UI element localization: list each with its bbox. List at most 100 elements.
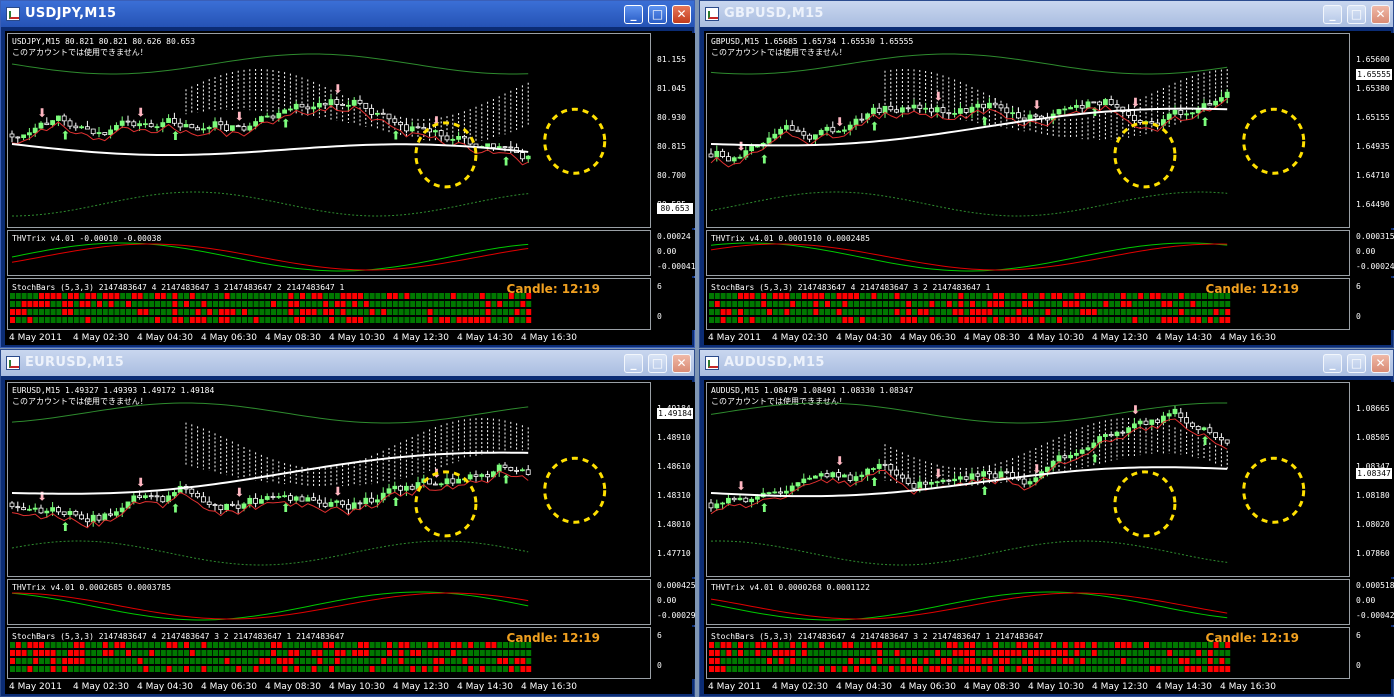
stoch-cell [906, 658, 912, 664]
stoch-cell [56, 666, 62, 672]
stoch-cell [1184, 658, 1190, 664]
price-pane[interactable]: GBPUSD,M15 1.65685 1.65734 1.65530 1.655… [706, 33, 1350, 228]
trix-tick-label: 0.000518 [1356, 581, 1394, 590]
stoch-cell [749, 666, 755, 672]
candle-body [1189, 112, 1195, 115]
current-price-tag: 1.08347 [1356, 468, 1392, 479]
stoch-cell [1045, 317, 1051, 323]
maximize-button[interactable]: □ [648, 5, 667, 24]
stoch-cell [743, 309, 749, 315]
chart-window-audusd[interactable]: AUDUSD,M15 _ □ ✕ AUDUSD,M15 1.08479 1.08491 … [699, 349, 1394, 697]
candle-body [345, 104, 351, 107]
chart-window-gbpusd[interactable]: GBPUSD,M15 _ □ ✕ GBPUSD,M15 1.65685 1.65734 … [699, 0, 1394, 348]
candle-body [946, 112, 952, 115]
price-pane[interactable]: AUDUSD,M15 1.08479 1.08491 1.08330 1.083… [706, 382, 1350, 577]
stoch-cell [975, 642, 981, 648]
stoch-cell [1161, 309, 1167, 315]
price-pane[interactable]: USDJPY,M15 80.821 80.821 80.626 80.653 この… [7, 33, 651, 228]
trix-pane[interactable]: THVTrix v4.01 0.0002685 0.0003785 [7, 579, 651, 625]
stoch-cell [714, 301, 720, 307]
minimize-button[interactable]: _ [624, 5, 643, 24]
stoch-cell [1144, 658, 1149, 664]
stoch-cell [247, 309, 253, 315]
stoch-cell [404, 309, 410, 315]
stoch-cell [917, 317, 923, 323]
stoch-cell [421, 658, 427, 664]
trix-pane[interactable]: THVTrix v4.01 -0.00010 -0.00038 [7, 230, 651, 276]
stoch-cell [398, 642, 404, 648]
stoch-pane[interactable]: StochBars (5,3,3) 2147483647 4 214748364… [7, 627, 651, 679]
buy-arrow-icon: ⬆ [281, 117, 291, 131]
close-button[interactable]: ✕ [672, 354, 691, 373]
stoch-cell [900, 301, 906, 307]
stoch-cell [1086, 650, 1091, 656]
stoch-cell [363, 650, 369, 656]
stoch-cell [778, 309, 784, 315]
stoch-cell [184, 650, 189, 656]
trix-pane[interactable]: THVTrix v4.01 0.0001910 0.0002485 [706, 230, 1350, 276]
stoch-cell [714, 642, 720, 648]
candle-body [911, 104, 917, 109]
stoch-cell [1010, 666, 1016, 672]
trix-pane[interactable]: THVTrix v4.01 0.0000268 0.0001122 [706, 579, 1350, 625]
minimize-button[interactable]: _ [1323, 5, 1342, 24]
stoch-cell [1138, 317, 1144, 323]
candle-body [1184, 417, 1190, 424]
close-button[interactable]: ✕ [1371, 5, 1390, 24]
stoch-cell [1184, 642, 1190, 648]
minimize-button[interactable]: _ [1323, 354, 1342, 373]
stoch-cell [421, 301, 427, 307]
stoch-pane[interactable]: StochBars (5,3,3) 2147483647 4 214748364… [7, 278, 651, 330]
stoch-cell [888, 650, 894, 656]
stoch-cell [790, 658, 796, 664]
stoch-cell [97, 293, 102, 299]
stoch-cell [259, 642, 265, 648]
title-bar[interactable]: AUDUSD,M15 _ □ ✕ [700, 350, 1393, 376]
stoch-cell [796, 650, 801, 656]
stoch-cell [520, 301, 526, 307]
maximize-button[interactable]: □ [1347, 5, 1366, 24]
buy-arrow-icon: ⬆ [1200, 434, 1210, 448]
stoch-cell [375, 642, 381, 648]
close-button[interactable]: ✕ [1371, 354, 1390, 373]
candle-body [9, 502, 15, 508]
title-bar[interactable]: USDJPY,M15 _ □ ✕ [1, 1, 694, 27]
maximize-button[interactable]: □ [648, 354, 667, 373]
candle-body [386, 488, 392, 494]
chart-window-usdjpy[interactable]: USDJPY,M15 _ □ ✕ USDJPY,M15 80.821 80.821 80… [0, 0, 696, 348]
stoch-cell [993, 642, 999, 648]
stoch-pane[interactable]: StochBars (5,3,3) 2147483647 4 214748364… [706, 627, 1350, 679]
stoch-cell [294, 301, 300, 307]
stoch-cell [778, 301, 784, 307]
stoch-cell [888, 293, 894, 299]
candle-body [148, 495, 154, 498]
stoch-cell [1045, 666, 1051, 672]
stoch-cell [334, 642, 340, 648]
close-button[interactable]: ✕ [672, 5, 691, 24]
title-bar[interactable]: GBPUSD,M15 _ □ ✕ [700, 1, 1393, 27]
stoch-cell [166, 666, 172, 672]
candle-label: Candle: [1205, 631, 1261, 645]
minimize-button[interactable]: _ [624, 354, 643, 373]
price-pane[interactable]: EURUSD,M15 1.49327 1.49393 1.49172 1.491… [7, 382, 651, 577]
candle-body [1010, 112, 1016, 115]
stoch-pane[interactable]: StochBars (5,3,3) 2147483647 4 214748364… [706, 278, 1350, 330]
stoch-cell [474, 658, 479, 664]
stoch-cell [1010, 650, 1016, 656]
stoch-cell [1202, 301, 1207, 307]
title-bar[interactable]: EURUSD,M15 _ □ ✕ [1, 350, 694, 376]
stoch-cell [790, 309, 796, 315]
stoch-cell [987, 309, 993, 315]
stoch-cell [952, 309, 958, 315]
chart-window-eurusd[interactable]: EURUSD,M15 _ □ ✕ EURUSD,M15 1.49327 1.49393 … [0, 349, 696, 697]
stoch-cell [975, 658, 981, 664]
stoch-cell [381, 650, 387, 656]
stoch-cell [160, 317, 166, 323]
stoch-cell [445, 301, 450, 307]
stoch-cell [166, 301, 172, 307]
stoch-cell [189, 658, 195, 664]
candle-body [160, 496, 166, 503]
stoch-cell [334, 293, 340, 299]
maximize-button[interactable]: □ [1347, 354, 1366, 373]
candle-body [229, 125, 235, 131]
